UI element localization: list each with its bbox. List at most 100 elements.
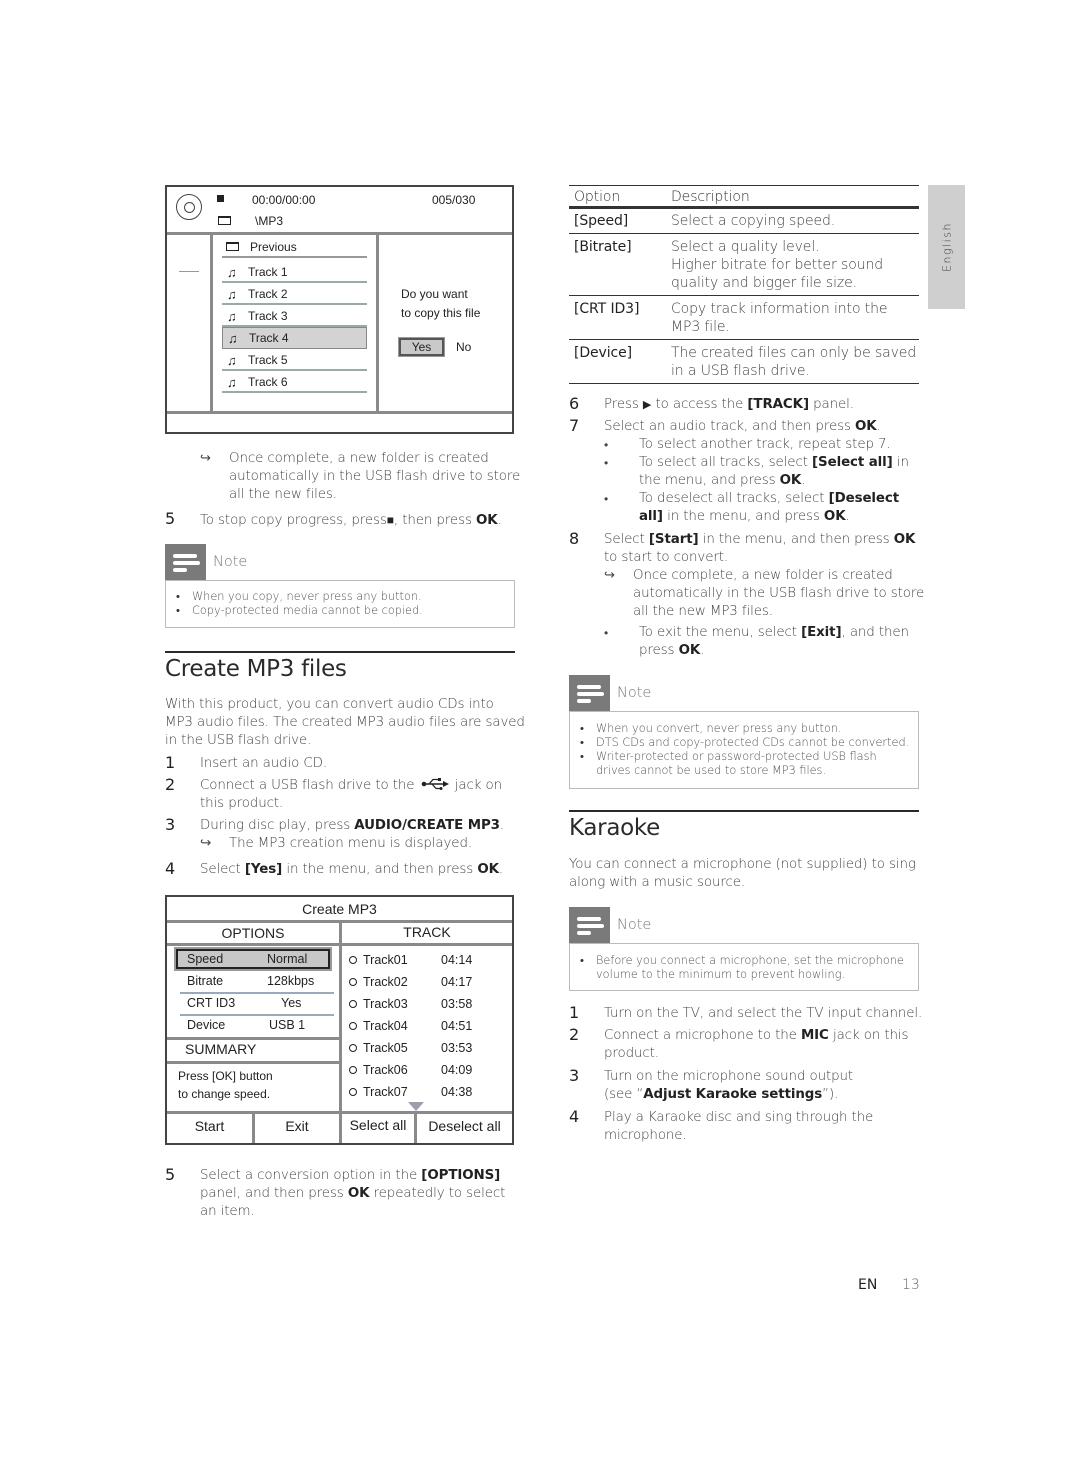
no-button[interactable]: No	[456, 340, 471, 354]
karaoke-step-2: 2 Connect a microphone to the MIC jack o…	[569, 1025, 909, 1062]
footer-language: EN	[858, 1277, 878, 1293]
step-1: 1 Insert an audio CD.	[165, 753, 327, 772]
mp3-track-row[interactable]: Track05 03:53	[343, 1039, 513, 1059]
step-6: 6 Press ▶ to access the [TRACK] panel.	[569, 394, 854, 413]
exit-button[interactable]: Exit	[255, 1118, 339, 1134]
karaoke-step-1: 1 Turn on the TV, and select the TV inpu…	[569, 1003, 923, 1022]
divider	[210, 234, 213, 411]
note-item: Copy-protected media cannot be copied.	[176, 604, 504, 618]
table-row: [Speed] Select a copying speed.	[569, 209, 919, 234]
section-heading-create-mp3: Create MP3 files	[165, 656, 347, 682]
play-right-icon: ▶	[642, 398, 652, 411]
usb-icon	[421, 778, 449, 790]
music-note-icon: ♫	[228, 331, 238, 346]
track-item-selected[interactable]: ♫ Track 4	[222, 327, 367, 349]
divider	[376, 234, 379, 411]
note-icon	[569, 907, 610, 943]
option-crt-id3[interactable]: CRT ID3	[187, 996, 235, 1010]
step-5-select-option: 5 Select a conversion option in the [OPT…	[165, 1165, 506, 1220]
stop-icon	[217, 195, 224, 202]
crt-id3-value: Yes	[281, 996, 302, 1010]
folder-icon	[226, 242, 239, 251]
track-checkbox-icon[interactable]	[349, 1022, 357, 1030]
section-rule	[569, 810, 919, 812]
scroll-down-icon[interactable]	[408, 1102, 424, 1111]
track-checkbox-icon[interactable]	[349, 1044, 357, 1052]
section-heading-karaoke: Karaoke	[569, 815, 660, 841]
track-panel-header: TRACK	[403, 924, 451, 940]
summary-text-line2: to change speed.	[178, 1087, 271, 1101]
step-3: 3 During disc play, press AUDIO/CREATE M…	[165, 815, 505, 852]
option-device[interactable]: Device	[187, 1018, 225, 1032]
step-5-stop-copy: 5 To stop copy progress, press■, then pr…	[165, 509, 502, 529]
note-item: Writer-protected or password-protected U…	[580, 750, 908, 778]
track-item[interactable]: ♫ Track 1	[222, 262, 367, 283]
yes-button[interactable]: Yes	[398, 337, 445, 357]
option-bitrate[interactable]: Bitrate	[187, 974, 223, 988]
music-note-icon: ♫	[227, 375, 237, 390]
track-item[interactable]: ♫ Track 2	[222, 284, 367, 305]
select-all-button[interactable]: Select all	[342, 1117, 414, 1133]
step-7: 7 Select an audio track, and then press …	[569, 416, 881, 435]
track-item[interactable]: ♫ Track 6	[222, 372, 367, 393]
note-box-copy: Note When you copy, never press any butt…	[165, 544, 515, 628]
track-checkbox-icon[interactable]	[349, 1000, 357, 1008]
karaoke-intro: You can connect a microphone (not suppli…	[569, 857, 916, 890]
copy-file-screen: 00:00/00:00 005/030 \MP3 Previous ♫ Track…	[165, 185, 514, 434]
speed-value: Normal	[267, 952, 308, 966]
summary-text-line1: Press [OK] button	[178, 1069, 273, 1083]
track-checkbox-icon[interactable]	[349, 1066, 357, 1074]
note-item: When you convert, never press any button…	[580, 722, 908, 736]
step-7-bullet: • To select another track, repeat step 7.	[604, 437, 891, 452]
summary-header: SUMMARY	[185, 1041, 257, 1057]
disc-underline	[179, 271, 199, 272]
track-item[interactable]: ♫ Track 5	[222, 350, 367, 371]
device-value: USB 1	[269, 1018, 306, 1032]
music-note-icon: ♫	[227, 353, 237, 368]
table-row: [CRT ID3] Copy track information into the…	[569, 296, 919, 340]
karaoke-step-4: 4 Play a Karaoke disc and sing through t…	[569, 1107, 874, 1144]
mp3-track-row[interactable]: Track03 03:58	[343, 995, 513, 1015]
start-button[interactable]: Start	[167, 1118, 252, 1134]
options-description-table: Option Description [Speed] Select a copyi…	[569, 185, 919, 384]
mp3-track-row[interactable]: Track04 04:51	[343, 1017, 513, 1037]
track-item[interactable]: ♫ Track 3	[222, 306, 367, 327]
result-arrow-icon: ↪	[200, 451, 211, 466]
table-row: [Device] The created files can only be sa…	[569, 340, 919, 384]
step-8: 8 Select [Start] in the menu, and then p…	[569, 529, 916, 566]
result-arrow-icon: ↪	[604, 568, 615, 583]
file-count: 005/030	[432, 193, 476, 207]
track-checkbox-icon[interactable]	[349, 956, 357, 964]
create-mp3-screen: Create MP3 OPTIONS TRACK Speed Normal Bi…	[165, 895, 514, 1145]
cross-reference-link[interactable]: Adjust Karaoke settings	[643, 1087, 822, 1102]
disc-icon	[176, 194, 202, 220]
music-note-icon: ♫	[227, 287, 237, 302]
music-note-icon: ♫	[227, 265, 237, 280]
step-8-bullet: • To exit the menu, select [Exit], and t…	[604, 625, 909, 658]
result-arrow-icon: ↪	[200, 836, 212, 851]
copy-prompt-line1: Do you want	[401, 287, 468, 301]
mp3-track-row[interactable]: Track01 04:14	[343, 951, 513, 971]
track-checkbox-icon[interactable]	[349, 978, 357, 986]
note-item: DTS CDs and copy-protected CDs cannot be…	[580, 736, 909, 750]
note-item: When you copy, never press any button.	[176, 590, 504, 604]
note-box-convert: Note When you convert, never press any b…	[569, 675, 919, 789]
table-header-row: Option Description	[569, 186, 919, 209]
note-box-karaoke: Note Before you connect a microphone, se…	[569, 907, 919, 991]
deselect-all-button[interactable]: Deselect all	[417, 1118, 512, 1134]
previous-folder-item[interactable]: Previous	[222, 237, 367, 258]
track-checkbox-icon[interactable]	[349, 1088, 357, 1096]
step-4: 4 Select [Yes] in the menu, and then pre…	[165, 859, 504, 878]
result-note: ↪ Once complete, a new folder is created…	[200, 451, 521, 502]
mp3-track-row[interactable]: Track07 04:38	[343, 1083, 513, 1103]
screen-title: Create MP3	[302, 901, 377, 917]
page-number: 13	[902, 1277, 920, 1293]
bitrate-value: 128kbps	[267, 974, 315, 988]
mp3-track-row[interactable]: Track02 04:17	[343, 973, 513, 993]
create-mp3-intro: With this product, you can convert audio…	[165, 697, 525, 748]
mp3-track-row[interactable]: Track06 04:09	[343, 1061, 513, 1081]
note-item: Before you connect a microphone, set the…	[580, 954, 908, 982]
step-7-bullet: • To select all tracks, select [Select a…	[604, 455, 909, 488]
step-8-result: ↪ Once complete, a new folder is created…	[604, 568, 925, 619]
divider	[167, 232, 512, 235]
